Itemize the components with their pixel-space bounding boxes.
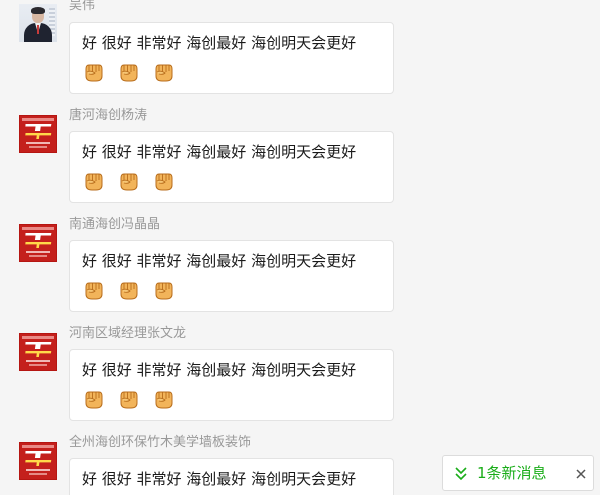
fist-icon <box>82 278 106 302</box>
message-bubble[interactable]: 好 很好 非常好 海创最好 海创明天会更好 <box>69 458 394 495</box>
message-text: 好 很好 非常好 海创最好 海创明天会更好 <box>82 143 357 161</box>
avatar[interactable] <box>19 224 57 262</box>
sender-name: 全州海创环保竹木美学墙板装饰 <box>69 435 252 450</box>
new-message-label[interactable]: 1条新消息 <box>477 464 547 482</box>
fist-icon <box>152 60 176 84</box>
fist-icon <box>152 169 176 193</box>
fist-icon <box>82 387 106 411</box>
fist-icon <box>152 387 176 411</box>
avatar[interactable] <box>19 333 57 371</box>
new-message-notice[interactable]: 1条新消息 <box>442 455 594 491</box>
avatar[interactable] <box>19 442 57 480</box>
sender-name: 河南区域经理张文龙 <box>69 326 187 341</box>
sender-name: 唐河海创杨涛 <box>69 108 148 123</box>
sender-name: 吴伟 <box>69 0 96 13</box>
chat-message-list[interactable]: 吴伟 好 很好 非常好 海创最好 海创明天会更好 唐河海创杨涛 好 很好 非常好… <box>0 0 600 495</box>
fist-icon <box>117 387 141 411</box>
sender-name: 南通海创冯晶晶 <box>69 217 161 232</box>
fist-icon <box>117 169 141 193</box>
fist-icon <box>82 60 106 84</box>
message-bubble[interactable]: 好 很好 非常好 海创最好 海创明天会更好 <box>69 349 394 421</box>
message-bubble[interactable]: 好 很好 非常好 海创最好 海创明天会更好 <box>69 240 394 312</box>
message-bubble[interactable]: 好 很好 非常好 海创最好 海创明天会更好 <box>69 22 394 94</box>
message-text: 好 很好 非常好 海创最好 海创明天会更好 <box>82 470 357 488</box>
message-text: 好 很好 非常好 海创最好 海创明天会更好 <box>82 34 357 52</box>
fist-icon <box>117 278 141 302</box>
chevron-double-down-icon[interactable] <box>454 465 468 483</box>
avatar[interactable] <box>19 115 57 153</box>
fist-icon <box>117 60 141 84</box>
fist-icon <box>82 169 106 193</box>
message-bubble[interactable]: 好 很好 非常好 海创最好 海创明天会更好 <box>69 131 394 203</box>
close-icon[interactable] <box>574 466 588 480</box>
fist-icon <box>152 278 176 302</box>
avatar[interactable] <box>19 4 57 42</box>
message-text: 好 很好 非常好 海创最好 海创明天会更好 <box>82 252 357 270</box>
message-text: 好 很好 非常好 海创最好 海创明天会更好 <box>82 361 357 379</box>
